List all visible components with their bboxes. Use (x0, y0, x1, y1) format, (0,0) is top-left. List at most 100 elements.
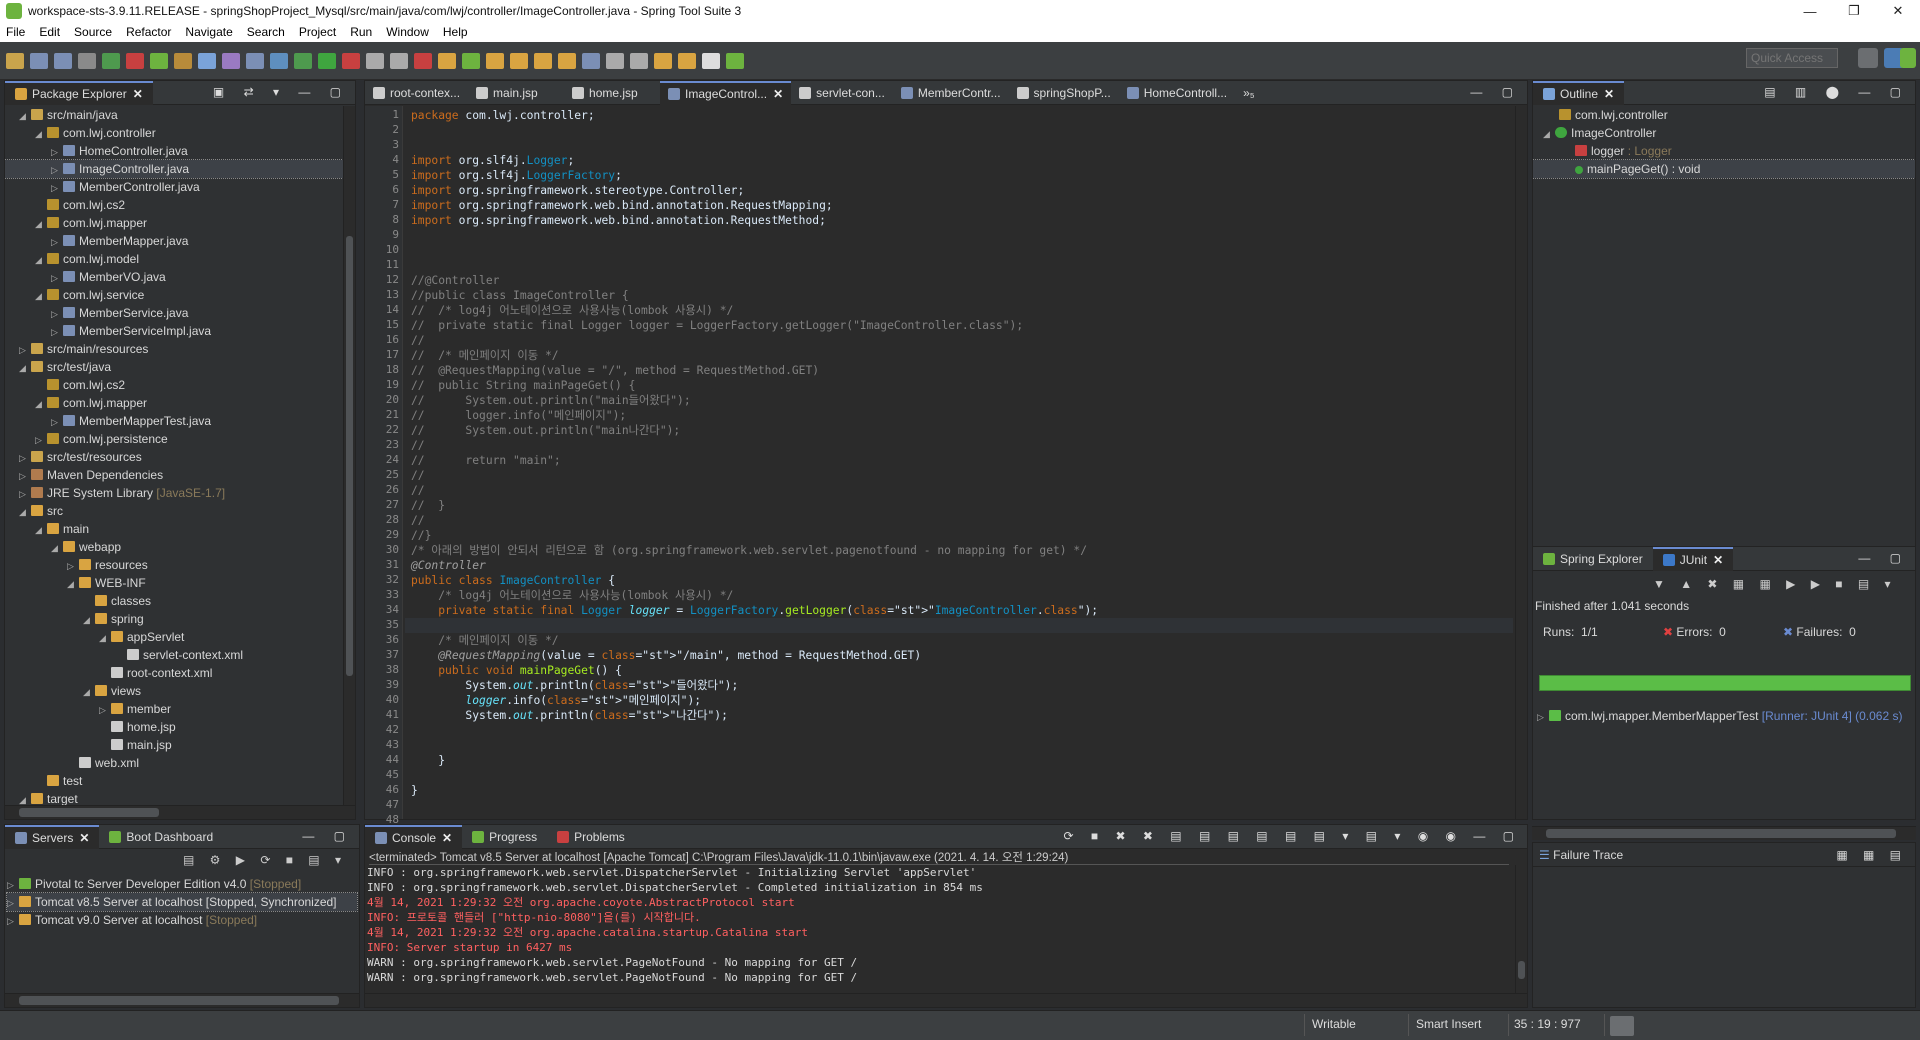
outline-method[interactable]: mainPageGet() : void (1533, 159, 1915, 179)
new-class-icon[interactable] (462, 52, 480, 69)
editor-tab[interactable]: »₅ (1235, 81, 1265, 105)
collapse-icon[interactable]: ◢ (19, 503, 31, 521)
tab-junit[interactable]: JUnit ✕ (1652, 546, 1734, 572)
pin-icon[interactable] (582, 52, 600, 69)
editor-tab[interactable]: main.jsp (468, 81, 564, 105)
menu-refactor[interactable]: Refactor (126, 25, 171, 39)
menu-navigate[interactable]: Navigate (185, 25, 232, 39)
editor-tab[interactable]: servlet-con... (791, 81, 893, 105)
expand-icon[interactable]: ▷ (35, 431, 47, 449)
paragraph-icon[interactable] (270, 52, 288, 69)
print-icon[interactable] (78, 52, 96, 69)
expand-icon[interactable]: ▷ (51, 143, 63, 161)
tree-item[interactable]: ▷ Maven Dependencies (5, 466, 343, 484)
collapse-icon[interactable]: ◢ (19, 107, 31, 125)
console-vertical-scrollbar[interactable] (1515, 865, 1527, 993)
outline-class[interactable]: ◢ ImageController (1533, 124, 1915, 142)
menu-run[interactable]: Run (350, 25, 372, 39)
console-output[interactable]: INFO : org.springframework.web.servlet.D… (367, 865, 1513, 989)
next-annotation-icon[interactable] (606, 52, 624, 69)
outline-controls[interactable]: ▤ ▥ ⬤ — ▢ (1764, 85, 1909, 99)
annotation-icon[interactable] (558, 52, 576, 69)
tree-item[interactable]: ▷ MemberVO.java (5, 268, 343, 286)
expand-icon[interactable]: ▷ (51, 233, 63, 251)
failure-trace-controls[interactable]: ▦ ▦ ▤ (1836, 843, 1907, 867)
close-icon[interactable]: ✕ (1713, 548, 1723, 572)
collapse-icon[interactable]: ◢ (19, 791, 31, 805)
new-package-icon[interactable] (438, 52, 456, 69)
tree-horizontal-scrollbar[interactable] (5, 805, 355, 819)
tab-outline[interactable]: Outline ✕ (1533, 80, 1625, 105)
close-icon[interactable]: ✕ (442, 826, 452, 850)
menu-window[interactable]: Window (386, 25, 429, 39)
tree-item[interactable]: ◢ spring (5, 610, 343, 628)
collapse-icon[interactable]: ◢ (99, 629, 111, 647)
spring-icon[interactable] (150, 52, 168, 69)
collapse-icon[interactable]: ◢ (35, 395, 47, 413)
server-item[interactable]: ▷ Tomcat v9.0 Server at localhost [Stoppe… (7, 911, 357, 929)
tree-item[interactable]: ▷ JRE System Library [JavaSE-1.7] (5, 484, 343, 502)
boot-icon[interactable] (102, 52, 120, 69)
tree-item[interactable]: ▷ ImageController.java (5, 159, 343, 179)
tree-item[interactable]: ◢ main (5, 520, 343, 538)
forward-icon[interactable] (702, 52, 720, 69)
tree-item[interactable]: ▷ resources (5, 556, 343, 574)
close-button[interactable]: ✕ (1876, 3, 1920, 19)
code-area[interactable]: package com.lwj.controller; import org.sl… (405, 108, 1513, 819)
task-icon[interactable] (222, 52, 240, 69)
disconnect-icon[interactable] (390, 52, 408, 69)
tab-progress[interactable]: Progress (462, 825, 547, 849)
menu-file[interactable]: File (6, 25, 25, 39)
coverage-icon[interactable] (414, 52, 432, 69)
collapse-icon[interactable]: ◢ (83, 611, 95, 629)
tree-item[interactable]: ▷ MemberMapper.java (5, 232, 343, 250)
open-type-icon[interactable] (174, 52, 192, 69)
close-icon[interactable]: ✕ (79, 826, 89, 850)
save-all-icon[interactable] (54, 52, 72, 69)
outline-package[interactable]: com.lwj.controller (1533, 106, 1915, 124)
editor-tab[interactable]: ImageControl... ✕ (660, 80, 792, 105)
open-file-icon[interactable] (510, 52, 528, 69)
tree-item[interactable]: com.lwj.cs2 (5, 376, 343, 394)
menu-source[interactable]: Source (74, 25, 112, 39)
save-icon[interactable] (30, 52, 48, 69)
tree-item[interactable]: root-context.xml (5, 664, 343, 682)
expand-icon[interactable]: ▷ (51, 269, 63, 287)
tree-item[interactable]: ▷ src/test/resources (5, 448, 343, 466)
tree-item[interactable]: ◢ views (5, 682, 343, 700)
collapse-icon[interactable]: ◢ (35, 215, 47, 233)
editor-tab[interactable]: MemberContr... (893, 81, 1009, 105)
tree-item[interactable]: ◢ target (5, 790, 343, 805)
toggle-icon[interactable] (246, 52, 264, 69)
spring-perspective-icon[interactable] (1900, 48, 1916, 68)
tree-item[interactable]: ◢ webapp (5, 538, 343, 556)
editor-scrollbar[interactable] (1515, 106, 1527, 819)
tree-item[interactable]: ◢ src/main/java (5, 106, 343, 124)
tree-item[interactable]: ◢ com.lwj.controller (5, 124, 343, 142)
tree-item[interactable]: web.xml (5, 754, 343, 772)
maximize-button[interactable]: ❐ (1832, 3, 1876, 19)
expand-icon[interactable]: ▷ (51, 179, 63, 197)
pencil-icon[interactable] (534, 52, 552, 69)
tree-vertical-scrollbar[interactable] (343, 106, 355, 805)
tree-item[interactable]: ▷ MemberController.java (5, 178, 343, 196)
search-icon[interactable] (198, 52, 216, 69)
collapse-icon[interactable]: ◢ (51, 539, 63, 557)
view-controls[interactable]: ▣ ⇄ ▾ — ▢ (213, 85, 349, 99)
expand-icon[interactable]: ▷ (51, 161, 63, 179)
servers-view-controls[interactable]: — ▢ (302, 829, 353, 843)
new-icon[interactable] (6, 52, 24, 69)
console-horizontal-scrollbar[interactable] (365, 993, 1527, 1007)
tree-item[interactable]: main.jsp (5, 736, 343, 754)
server-item[interactable]: ▷ Pivotal tc Server Developer Edition v4.… (7, 875, 357, 893)
tree-item[interactable]: ▷ HomeController.java (5, 142, 343, 160)
tree-item[interactable]: ◢ WEB-INF (5, 574, 343, 592)
junit-toolbar[interactable]: ▼ ▲ ✖ ▦ ▦ ▶ ▶ ■ ▤ ▾ (1653, 577, 1897, 591)
tree-item[interactable]: servlet-context.xml (5, 646, 343, 664)
tree-item[interactable]: ◢ appServlet (5, 628, 343, 646)
tree-item[interactable]: ▷ MemberService.java (5, 304, 343, 322)
run-config-icon[interactable] (342, 52, 360, 69)
editor-tab[interactable]: home.jsp (564, 81, 660, 105)
terminate-icon[interactable] (366, 52, 384, 69)
collapse-icon[interactable]: ◢ (35, 287, 47, 305)
